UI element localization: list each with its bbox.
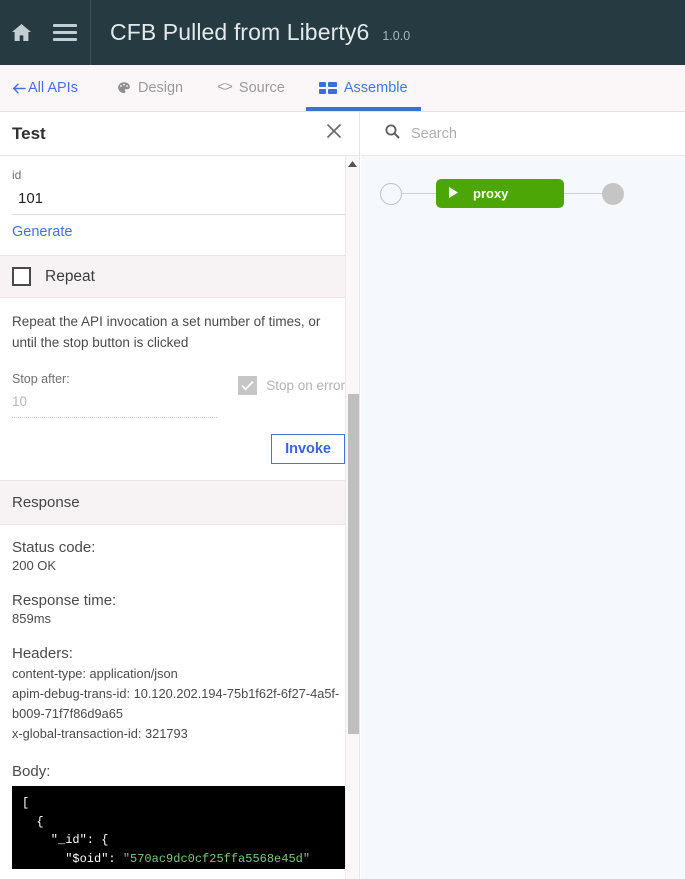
home-icon — [11, 23, 32, 42]
id-input[interactable]: 101 — [12, 188, 345, 215]
stop-on-error-group[interactable]: Stop on error — [238, 372, 345, 395]
tab-all-apis-label: All APIs — [28, 80, 78, 96]
status-code-value: 200 OK — [12, 558, 345, 573]
stop-after-group: Stop after: 10 — [12, 372, 238, 418]
invoke-button[interactable]: Invoke — [271, 434, 345, 464]
flow-wire-right — [564, 193, 602, 195]
policy-node-label: proxy — [473, 186, 508, 201]
response-time-label: Response time: — [12, 592, 345, 609]
header-title-group: CFB Pulled from Liberty6 1.0.0 — [91, 19, 410, 46]
repeat-label: Repeat — [45, 268, 95, 286]
tab-assemble-label: Assemble — [344, 80, 408, 96]
search-input[interactable]: Search — [411, 126, 457, 142]
policy-node-proxy[interactable]: proxy — [436, 179, 564, 208]
code-line: "$oid": — [22, 852, 123, 866]
response-time-value: 859ms — [12, 611, 345, 626]
generate-link[interactable]: Generate — [12, 224, 72, 240]
test-panel-scroll-area: id 101 Generate Repeat Repeat the API in… — [0, 156, 359, 879]
main-body: Test id 101 Generate — [0, 112, 685, 879]
api-connect-assemble-page: CFB Pulled from Liberty6 1.0.0 All APIs … — [0, 0, 685, 879]
test-panel-header: Test — [0, 112, 359, 156]
close-icon — [326, 123, 342, 144]
invoke-row: Invoke — [0, 418, 359, 480]
scrollbar-thumb[interactable] — [348, 394, 359, 734]
canvas-search-bar[interactable]: Search — [361, 112, 685, 156]
stop-after-input[interactable]: 10 — [12, 394, 217, 418]
scroll-up-arrow-icon — [348, 154, 357, 172]
header-line: apim-debug-trans-id: 10.120.202.194-75b1… — [12, 684, 345, 724]
search-icon — [385, 124, 400, 144]
id-field-label: id — [12, 168, 345, 182]
assemble-flow-area: proxy — [361, 157, 685, 879]
body-label: Body: — [12, 763, 345, 780]
flow-wire-left — [402, 193, 436, 195]
test-panel-scrollbar[interactable] — [345, 156, 359, 879]
response-details: Status code: 200 OK Response time: 859ms… — [0, 525, 359, 780]
api-version: 1.0.0 — [382, 29, 410, 43]
code-line: "_id": { — [22, 833, 108, 847]
assemble-canvas-pane: Search proxy — [361, 112, 685, 879]
test-panel: Test id 101 Generate — [0, 112, 360, 879]
back-arrow-icon — [13, 83, 26, 94]
id-field-section: id 101 Generate — [0, 156, 359, 255]
flow-start-node[interactable] — [380, 183, 402, 205]
page-title: CFB Pulled from Liberty6 — [110, 19, 369, 46]
flow-end-node[interactable] — [602, 183, 624, 205]
menu-button[interactable] — [43, 0, 86, 65]
header-line: x-global-transaction-id: 321793 — [12, 724, 345, 744]
tab-assemble[interactable]: Assemble — [302, 65, 425, 111]
policy-flow: proxy — [380, 179, 624, 208]
stop-on-error-checkbox[interactable] — [238, 376, 257, 395]
response-body-code: [ { "_id": { "$oid": "570ac9dc0cf25ffa55… — [12, 786, 347, 868]
tab-bar: All APIs Design <> Source Assemble — [0, 65, 685, 112]
repeat-checkbox-row[interactable]: Repeat — [0, 255, 359, 298]
palette-icon — [117, 81, 131, 95]
headers-label: Headers: — [12, 645, 345, 662]
code-line: { — [22, 815, 44, 829]
response-section-header: Response — [0, 480, 359, 525]
status-code-group: Status code: 200 OK — [12, 539, 345, 573]
app-header-bar: CFB Pulled from Liberty6 1.0.0 — [0, 0, 685, 65]
stop-on-error-label: Stop on error — [266, 378, 345, 393]
repeat-description: Repeat the API invocation a set number o… — [0, 298, 359, 364]
tab-source-label: Source — [239, 80, 285, 96]
play-triangle-icon — [449, 185, 459, 203]
test-panel-title: Test — [12, 124, 46, 144]
code-brackets-icon: <> — [217, 80, 232, 96]
tab-design-label: Design — [138, 80, 183, 96]
close-button[interactable] — [321, 121, 347, 147]
assemble-grid-icon — [319, 82, 337, 94]
headers-group: Headers: content-type: application/json … — [12, 645, 345, 744]
status-code-label: Status code: — [12, 539, 345, 556]
scroll-up-button[interactable] — [346, 156, 359, 170]
body-group: Body: — [12, 763, 345, 780]
tab-source[interactable]: <> Source — [200, 65, 302, 111]
checkmark-icon — [241, 380, 254, 391]
repeat-checkbox[interactable] — [12, 267, 31, 286]
code-line: [ — [22, 796, 29, 810]
code-string-value: "570ac9dc0cf25ffa5568e45d" — [123, 852, 310, 866]
stop-after-label: Stop after: — [12, 372, 238, 386]
tab-all-apis[interactable]: All APIs — [0, 65, 100, 111]
stop-options-row: Stop after: 10 Stop on error — [0, 364, 359, 418]
hamburger-menu-icon — [53, 20, 77, 45]
header-line: content-type: application/json — [12, 664, 345, 684]
response-time-group: Response time: 859ms — [12, 592, 345, 626]
tab-design[interactable]: Design — [100, 65, 200, 111]
home-button[interactable] — [0, 0, 43, 65]
